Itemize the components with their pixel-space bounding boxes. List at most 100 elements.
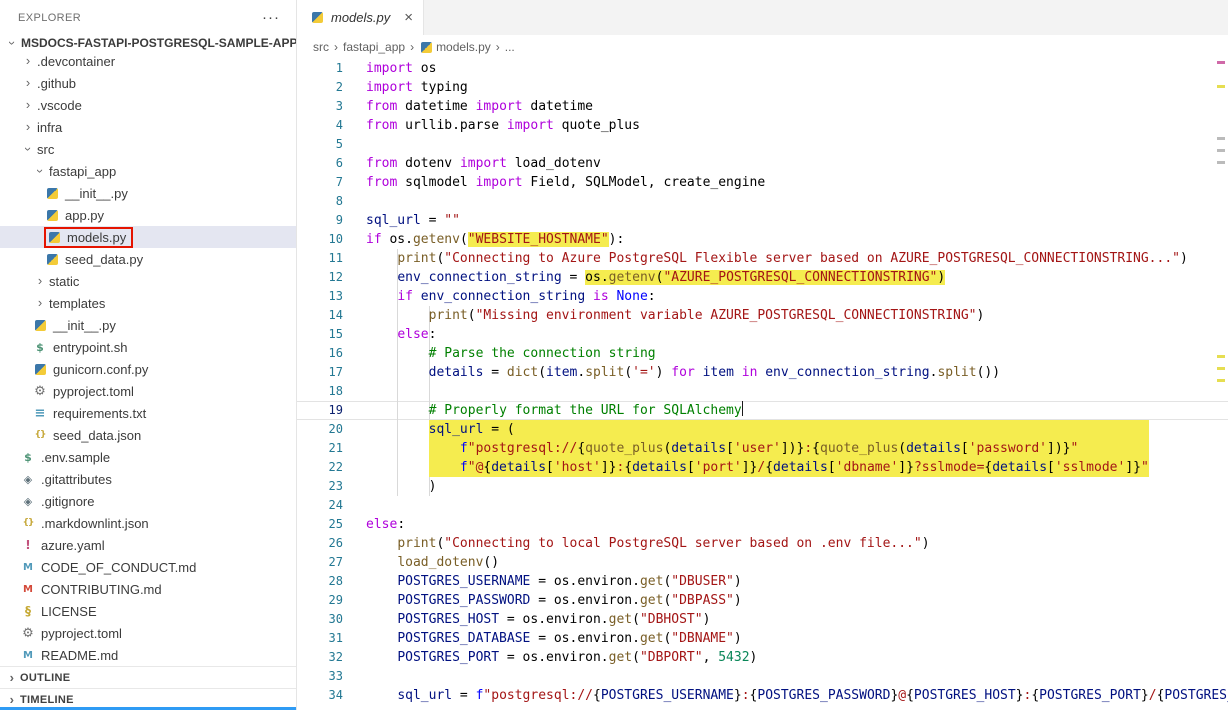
line-number: 23: [297, 477, 343, 496]
overview-ruler-mark: [1217, 379, 1225, 382]
code-line: load_dotenv(): [366, 553, 1228, 572]
code-line: f"@{details['host']}:{details['port']}/{…: [366, 458, 1228, 477]
tree-item--devcontainer[interactable]: ›.devcontainer: [0, 50, 296, 72]
breadcrumb-label: ...: [505, 40, 515, 54]
tree-item--init-py[interactable]: __init__.py: [0, 182, 296, 204]
tree-item--vscode[interactable]: ›.vscode: [0, 94, 296, 116]
code-line: [366, 667, 1228, 686]
tree-item-pyproject-toml[interactable]: pyproject.toml: [0, 622, 296, 644]
git-file-icon: [20, 471, 36, 487]
code-editor[interactable]: 1234567891011121314151617181920212223242…: [297, 59, 1228, 710]
tree-item-label: CODE_OF_CONDUCT.md: [40, 560, 196, 575]
breadcrumb-label: fastapi_app: [343, 40, 405, 54]
breadcrumb-item[interactable]: src: [313, 40, 329, 54]
tree-item-readme-md[interactable]: README.md: [0, 644, 296, 666]
line-number: 16: [297, 344, 343, 363]
chevron-down-icon: ›: [20, 141, 36, 157]
tree-item-static[interactable]: ›static: [0, 270, 296, 292]
code-line: if env_connection_string is None:: [366, 287, 1228, 306]
overview-ruler-mark: [1217, 149, 1225, 152]
tree-item-label: .github: [36, 76, 76, 91]
tree-item-contributing-md[interactable]: CONTRIBUTING.md: [0, 578, 296, 600]
tree-item-label: app.py: [64, 208, 104, 223]
python-file-icon: [309, 10, 325, 26]
vscode-window: EXPLORER ··· › MSDOCS-FASTAPI-POSTGRESQL…: [0, 0, 1228, 710]
tree-item-infra[interactable]: ›infra: [0, 116, 296, 138]
tree-item-gunicorn-conf-py[interactable]: gunicorn.conf.py: [0, 358, 296, 380]
tree-item-src[interactable]: ›src: [0, 138, 296, 160]
sidebar-section-outline[interactable]: ›OUTLINE: [0, 666, 296, 688]
line-number: 13: [297, 287, 343, 306]
tree-item-label: __init__.py: [52, 318, 116, 333]
tree-item--env-sample[interactable]: .env.sample: [0, 446, 296, 468]
text-cursor-caret: [742, 401, 744, 416]
tree-item--gitattributes[interactable]: .gitattributes: [0, 468, 296, 490]
python-file-icon: [46, 229, 62, 245]
chevron-down-icon: ›: [4, 35, 20, 50]
tab-models-py[interactable]: models.py ×: [297, 0, 424, 35]
code-content[interactable]: import osimport typingfrom datetime impo…: [366, 59, 1228, 710]
overview-ruler[interactable]: [1214, 59, 1228, 710]
line-number: 10: [297, 230, 343, 249]
tree-item--github[interactable]: ›.github: [0, 72, 296, 94]
tree-item--gitignore[interactable]: .gitignore: [0, 490, 296, 512]
line-number: 2: [297, 78, 343, 97]
tree-item-label: seed_data.py: [64, 252, 143, 267]
code-line: [366, 496, 1228, 515]
close-icon[interactable]: ×: [404, 10, 413, 25]
line-number: 24: [297, 496, 343, 515]
tree-item-entrypoint-sh[interactable]: entrypoint.sh: [0, 336, 296, 358]
tree-item--markdownlint-json[interactable]: .markdownlint.json: [0, 512, 296, 534]
line-number: 9: [297, 211, 343, 230]
json-file-icon: [20, 515, 36, 531]
tree-item-fastapi-app[interactable]: ›fastapi_app: [0, 160, 296, 182]
code-line: from sqlmodel import Field, SQLModel, cr…: [366, 173, 1228, 192]
breadcrumb-item[interactable]: models.py: [419, 39, 491, 55]
json-file-icon: [32, 427, 48, 443]
tree-item-requirements-txt[interactable]: requirements.txt: [0, 402, 296, 424]
tree-item-app-py[interactable]: app.py: [0, 204, 296, 226]
tree-item-pyproject-toml[interactable]: pyproject.toml: [0, 380, 296, 402]
line-number: 20: [297, 420, 343, 439]
line-number: 11: [297, 249, 343, 268]
line-number: 28: [297, 572, 343, 591]
chevron-right-icon: ›: [32, 295, 48, 311]
line-number: 22: [297, 458, 343, 477]
tree-root-folder[interactable]: › MSDOCS-FASTAPI-POSTGRESQL-SAMPLE-APP […: [0, 35, 296, 50]
line-number: 29: [297, 591, 343, 610]
more-actions-icon[interactable]: ···: [262, 9, 280, 26]
line-number: 30: [297, 610, 343, 629]
tree-item-license[interactable]: LICENSE: [0, 600, 296, 622]
code-line: if os.getenv("WEBSITE_HOSTNAME"):: [366, 230, 1228, 249]
breadcrumb-item[interactable]: fastapi_app: [343, 40, 405, 54]
license-file-icon: [20, 603, 36, 619]
breadcrumb-item[interactable]: ...: [505, 40, 515, 54]
explorer-header: EXPLORER ···: [0, 0, 296, 35]
tree-item-seed-data-json[interactable]: seed_data.json: [0, 424, 296, 446]
tree-item-models-py[interactable]: models.py: [0, 226, 296, 248]
code-line: [366, 382, 1228, 401]
line-number: 17: [297, 363, 343, 382]
tree-item-label: infra: [36, 120, 62, 135]
chevron-right-icon: ›: [32, 273, 48, 289]
line-number: 18: [297, 382, 343, 401]
editor-area: models.py × src›fastapi_app›models.py›..…: [297, 0, 1228, 710]
tree-item-label: README.md: [40, 648, 118, 663]
line-number: 8: [297, 192, 343, 211]
tree-item-code-of-conduct-md[interactable]: CODE_OF_CONDUCT.md: [0, 556, 296, 578]
line-number: 6: [297, 154, 343, 173]
tree-item-seed-data-py[interactable]: seed_data.py: [0, 248, 296, 270]
tree-item-label: .devcontainer: [36, 54, 115, 69]
tree-item--init-py[interactable]: __init__.py: [0, 314, 296, 336]
tree-item-azure-yaml[interactable]: azure.yaml: [0, 534, 296, 556]
tree-item-label: .gitignore: [40, 494, 94, 509]
breadcrumb-label: src: [313, 40, 329, 54]
breadcrumb-label: models.py: [436, 40, 491, 54]
code-line: from urllib.parse import quote_plus: [366, 116, 1228, 135]
line-number: 21: [297, 439, 343, 458]
tree-item-label: __init__.py: [64, 186, 128, 201]
line-number: 19: [297, 401, 343, 420]
code-line: else:: [366, 325, 1228, 344]
code-line: from dotenv import load_dotenv: [366, 154, 1228, 173]
tree-item-templates[interactable]: ›templates: [0, 292, 296, 314]
